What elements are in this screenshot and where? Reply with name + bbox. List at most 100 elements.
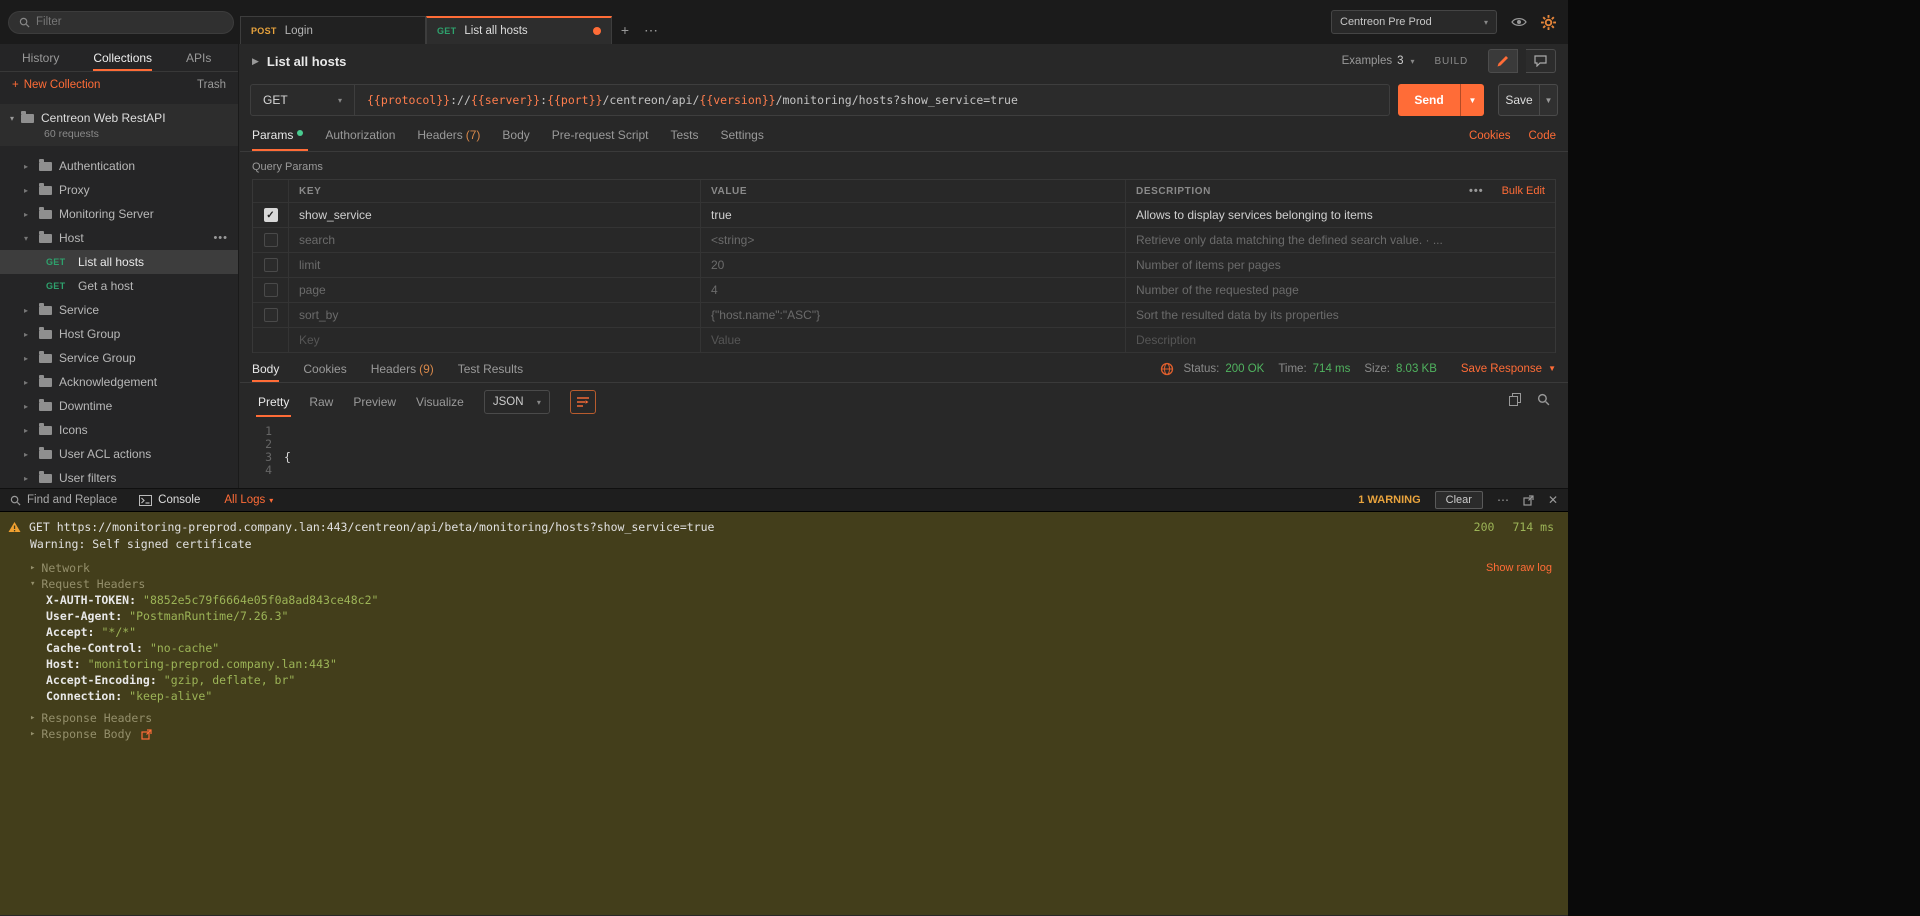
tab-tests[interactable]: Tests (659, 128, 709, 151)
param-key[interactable]: page (289, 278, 701, 302)
log-filter-dropdown[interactable]: All Logs ▾ (224, 494, 273, 506)
send-button[interactable]: Send (1398, 84, 1460, 116)
param-key[interactable]: search (289, 228, 701, 252)
param-value[interactable]: {"host.name":"ASC"} (701, 303, 1126, 327)
param-key-placeholder[interactable]: Key (289, 328, 701, 352)
sidebar-folder-monitoring-server[interactable]: ▸Monitoring Server (0, 202, 238, 226)
checkbox-unchecked[interactable] (264, 258, 278, 272)
sidebar-folder-icons[interactable]: ▸Icons (0, 418, 238, 442)
copy-button[interactable] (1509, 393, 1521, 411)
sidebar-request-list-all-hosts[interactable]: GETList all hosts (0, 250, 238, 274)
sidebar-folder-service-group[interactable]: ▸Service Group (0, 346, 238, 370)
filter-box[interactable] (8, 11, 234, 34)
code-link[interactable]: Code (1529, 130, 1557, 142)
sidebar-folder-acknowledgement[interactable]: ▸Acknowledgement (0, 370, 238, 394)
method-select[interactable]: GET ▾ (251, 85, 355, 115)
console-tab[interactable]: Console (139, 494, 200, 506)
console-group-response-body[interactable]: ▸Response Body (0, 726, 1568, 742)
sidebar-tab-history[interactable]: History (22, 44, 59, 71)
send-options-button[interactable]: ▼ (1460, 84, 1484, 116)
settings-button[interactable] (1541, 15, 1556, 30)
tab-settings[interactable]: Settings (710, 128, 775, 151)
cookies-link[interactable]: Cookies (1469, 130, 1511, 142)
new-collection-button[interactable]: +New Collection (12, 79, 100, 91)
clear-console-button[interactable]: Clear (1435, 491, 1483, 509)
table-options-icon[interactable]: ••• (1469, 185, 1484, 197)
tab-headers[interactable]: Headers(7) (406, 128, 491, 151)
param-key[interactable]: limit (289, 253, 701, 277)
external-link-icon[interactable] (141, 729, 152, 740)
checkbox-unchecked[interactable] (264, 283, 278, 297)
new-tab-button[interactable]: + (612, 16, 638, 44)
folder-options-icon[interactable]: ••• (213, 232, 228, 244)
bulk-edit-link[interactable]: Bulk Edit (1502, 185, 1545, 197)
find-and-replace-button[interactable]: Find and Replace (10, 494, 117, 506)
save-button[interactable]: Save (1498, 84, 1540, 116)
param-key[interactable]: show_service (289, 203, 701, 227)
sidebar-tab-apis[interactable]: APIs (186, 44, 211, 71)
comments-button[interactable] (1526, 49, 1556, 73)
sidebar-folder-service[interactable]: ▸Service (0, 298, 238, 322)
url-input[interactable]: {{protocol}}://{{server}}:{{port}}/centr… (355, 85, 1389, 115)
environment-preview-button[interactable] (1511, 16, 1527, 28)
param-value[interactable]: true (701, 203, 1126, 227)
console-group-request-headers[interactable]: ▾Request Headers (0, 576, 1568, 592)
response-tab-test-results[interactable]: Test Results (458, 355, 523, 382)
param-description[interactable]: Number of items per pages (1126, 253, 1555, 277)
show-raw-log-link[interactable]: Show raw log (1486, 562, 1552, 574)
save-response-button[interactable]: Save Response (1461, 363, 1542, 375)
search-response-button[interactable] (1537, 393, 1550, 411)
sidebar-folder-authentication[interactable]: ▸Authentication (0, 154, 238, 178)
response-body-viewer[interactable]: 1 2 3 4 { "result": [ { "id": 174, (240, 417, 1568, 488)
console-group-network[interactable]: ▸Network (0, 560, 1568, 576)
param-description[interactable]: Retrieve only data matching the defined … (1126, 228, 1555, 252)
edit-button[interactable] (1488, 49, 1518, 73)
tab-pre-request-script[interactable]: Pre-request Script (541, 128, 660, 151)
param-description[interactable]: Sort the resulted data by its properties (1126, 303, 1555, 327)
response-tab-cookies[interactable]: Cookies (303, 355, 346, 382)
view-tab-pretty[interactable]: Pretty (258, 395, 289, 409)
view-tab-visualize[interactable]: Visualize (416, 395, 464, 409)
sidebar-folder-host-group[interactable]: ▸Host Group (0, 322, 238, 346)
request-tab-list-all-hosts[interactable]: GET List all hosts (426, 16, 612, 44)
console-group-response-headers[interactable]: ▸Response Headers (0, 710, 1568, 726)
tab-options-button[interactable]: ⋯ (638, 16, 664, 44)
save-options-button[interactable]: ▼ (1540, 84, 1558, 116)
checkbox-checked[interactable]: ✓ (264, 208, 278, 222)
network-warning-icon[interactable] (1160, 362, 1174, 376)
format-select[interactable]: JSON ▾ (484, 390, 550, 414)
filter-input[interactable] (36, 16, 223, 28)
sidebar-folder-proxy[interactable]: ▸Proxy (0, 178, 238, 202)
tab-authorization[interactable]: Authorization (314, 128, 406, 151)
param-value[interactable]: 4 (701, 278, 1126, 302)
view-tab-preview[interactable]: Preview (353, 395, 396, 409)
sidebar-folder-host[interactable]: ▾Host••• (0, 226, 238, 250)
param-key[interactable]: sort_by (289, 303, 701, 327)
examples-dropdown[interactable]: Examples 3 ▾ (1342, 55, 1415, 67)
response-tab-body[interactable]: Body (252, 355, 279, 382)
param-value[interactable]: <string> (701, 228, 1126, 252)
sidebar-folder-downtime[interactable]: ▸Downtime (0, 394, 238, 418)
tab-body[interactable]: Body (491, 128, 540, 151)
param-description-placeholder[interactable]: Description (1126, 328, 1555, 352)
param-value-placeholder[interactable]: Value (701, 328, 1126, 352)
chevron-right-icon[interactable]: ▶ (252, 56, 259, 67)
sidebar-request-get-a-host[interactable]: GETGet a host (0, 274, 238, 298)
console-request-entry[interactable]: GET https://monitoring-preprod.company.l… (0, 518, 1568, 535)
wrap-lines-button[interactable] (570, 390, 596, 414)
view-tab-raw[interactable]: Raw (309, 395, 333, 409)
console-options-button[interactable]: ⋯ (1497, 493, 1509, 507)
environment-select[interactable]: Centreon Pre Prod ▾ (1331, 10, 1497, 34)
checkbox-unchecked[interactable] (264, 308, 278, 322)
checkbox-unchecked[interactable] (264, 233, 278, 247)
close-console-button[interactable]: ✕ (1548, 493, 1558, 507)
open-console-window-button[interactable] (1523, 495, 1534, 506)
sidebar-folder-user-filters[interactable]: ▸User filters (0, 466, 238, 488)
trash-button[interactable]: Trash (197, 79, 226, 91)
response-tab-headers[interactable]: Headers(9) (371, 355, 434, 382)
request-tab-login[interactable]: POST Login (240, 16, 426, 44)
sidebar-tab-collections[interactable]: Collections (93, 44, 152, 71)
param-description[interactable]: Number of the requested page (1126, 278, 1555, 302)
param-value[interactable]: 20 (701, 253, 1126, 277)
param-description[interactable]: Allows to display services belonging to … (1126, 203, 1555, 227)
